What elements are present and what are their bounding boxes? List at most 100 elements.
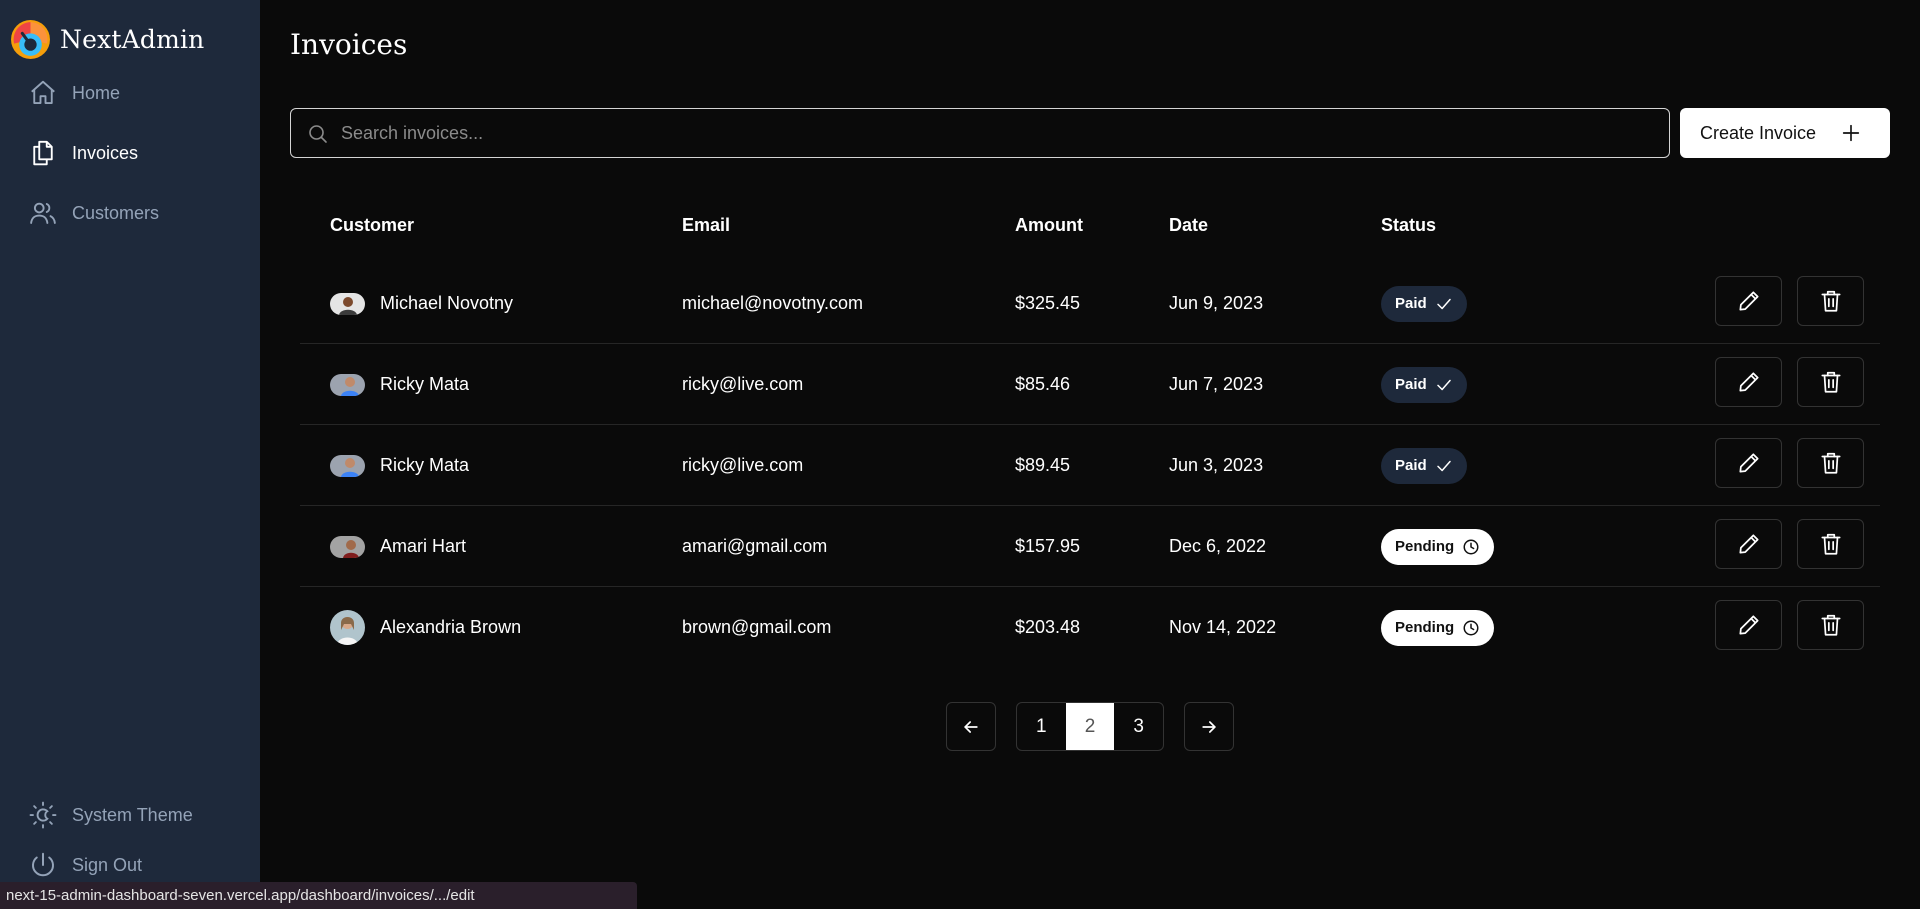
customer-name: Ricky Mata: [380, 374, 470, 394]
customer-name: Ricky Mata: [380, 455, 470, 475]
date-cell: Jun 3, 2023: [1169, 455, 1264, 475]
trash-icon: [1820, 614, 1841, 636]
brand-name: NextAdmin: [60, 24, 205, 54]
check-icon: [1436, 298, 1451, 309]
date-cell: Jun 9, 2023: [1169, 293, 1264, 313]
edit-button[interactable]: [1715, 276, 1782, 326]
search-input[interactable]: [291, 109, 1669, 157]
next-page-button[interactable]: [1184, 702, 1234, 751]
logo-icon: [11, 19, 50, 59]
avatar: [330, 454, 365, 477]
clock-icon: [1463, 620, 1479, 635]
column-header-date: Date: [1169, 215, 1209, 235]
sidebar-item-invoices[interactable]: Invoices: [28, 133, 248, 173]
pencil-icon: [1738, 534, 1759, 554]
delete-button[interactable]: [1797, 438, 1864, 488]
sun-icon: [29, 801, 57, 829]
avatar: [330, 535, 365, 558]
previous-page-button[interactable]: [946, 702, 996, 751]
status-cell: Pending: [1381, 587, 1495, 668]
pencil-icon: [1738, 291, 1759, 311]
column-header-customer: Customer: [330, 215, 415, 235]
pencil-icon: [1738, 615, 1759, 635]
search-icon: [309, 125, 327, 143]
home-icon: [31, 80, 55, 104]
table-row: Amari Hart amari@gmail.com $157.95 Dec 6…: [300, 506, 1880, 587]
power-icon: [32, 852, 54, 877]
trash-icon: [1820, 533, 1841, 555]
avatar: [330, 373, 365, 396]
customer-name: Michael Novotny: [380, 293, 514, 313]
document-duplicate-icon: [33, 140, 53, 166]
date-cell: Dec 6, 2022: [1169, 536, 1267, 556]
date-cell: Nov 14, 2022: [1169, 617, 1277, 637]
link-preview-status-bar: next-15-admin-dashboard-seven.vercel.app…: [0, 882, 637, 909]
sidebar-item-home[interactable]: Home: [28, 73, 248, 113]
amount-cell: $203.48: [1015, 617, 1081, 637]
users-icon: [30, 202, 56, 224]
trash-icon: [1820, 371, 1841, 393]
status-cell: Paid: [1381, 425, 1467, 506]
status-label: Paid: [1395, 457, 1427, 474]
edit-button[interactable]: [1715, 519, 1782, 569]
status-badge: Paid: [1381, 285, 1467, 322]
status-badge: Paid: [1381, 447, 1467, 484]
customer-cell: Amari Hart: [330, 506, 466, 587]
email-cell: amari@gmail.com: [682, 536, 828, 556]
page-title: Invoices: [290, 28, 408, 61]
page-button-3[interactable]: 3: [1114, 703, 1163, 750]
avatar: [330, 292, 365, 315]
delete-button[interactable]: [1797, 276, 1864, 326]
sidebar: NextAdmin Home Invoices Customers System…: [0, 0, 260, 909]
page-button-1[interactable]: 1: [1017, 703, 1066, 750]
sidebar-item-label: Home: [72, 82, 121, 103]
delete-button[interactable]: [1797, 600, 1864, 650]
status-label: Paid: [1395, 376, 1427, 393]
search-bar: [290, 108, 1670, 158]
sign-out-label: Sign Out: [72, 854, 143, 875]
plus-icon: [1842, 124, 1860, 142]
table-row: Alexandria Brown brown@gmail.com $203.48…: [300, 587, 1880, 668]
amount-cell: $89.45: [1015, 455, 1071, 475]
brand[interactable]: NextAdmin: [10, 18, 204, 60]
email-cell: michael@novotny.com: [682, 293, 864, 313]
delete-button[interactable]: [1797, 357, 1864, 407]
edit-button[interactable]: [1715, 438, 1782, 488]
check-icon: [1436, 460, 1451, 471]
email-cell: brown@gmail.com: [682, 617, 832, 637]
status-badge: Pending: [1381, 528, 1495, 565]
column-header-amount: Amount: [1015, 215, 1083, 235]
email-cell: ricky@live.com: [682, 374, 804, 394]
create-invoice-button[interactable]: Create Invoice: [1680, 108, 1890, 158]
table-row: Michael Novotny michael@novotny.com $325…: [300, 263, 1880, 344]
date-cell: Jun 7, 2023: [1169, 374, 1264, 394]
clock-icon: [1463, 539, 1479, 554]
pencil-icon: [1738, 453, 1759, 473]
page-button-2[interactable]: 2: [1065, 703, 1115, 750]
check-icon: [1436, 379, 1451, 390]
customer-cell: Alexandria Brown: [330, 587, 521, 668]
customer-cell: Ricky Mata: [330, 425, 469, 506]
amount-cell: $325.45: [1015, 293, 1081, 313]
customer-name: Alexandria Brown: [380, 617, 522, 637]
table-row: Ricky Mata ricky@live.com $89.45 Jun 3, …: [300, 425, 1880, 506]
delete-button[interactable]: [1797, 519, 1864, 569]
sign-out-button[interactable]: Sign Out: [28, 845, 248, 885]
edit-button[interactable]: [1715, 357, 1782, 407]
pencil-icon: [1738, 372, 1759, 392]
customer-cell: Ricky Mata: [330, 344, 469, 425]
theme-toggle[interactable]: System Theme: [28, 795, 248, 835]
customer-cell: Michael Novotny: [330, 263, 513, 344]
arrow-left-icon: [964, 720, 978, 733]
sidebar-item-label: Customers: [72, 202, 160, 223]
column-header-email: Email: [682, 215, 731, 235]
sidebar-item-customers[interactable]: Customers: [28, 193, 248, 233]
page-numbers: 1 2 3: [1016, 702, 1164, 751]
status-badge: Paid: [1381, 366, 1467, 403]
amount-cell: $85.46: [1015, 374, 1071, 394]
amount-cell: $157.95: [1015, 536, 1081, 556]
edit-button[interactable]: [1715, 600, 1782, 650]
create-invoice-label: Create Invoice: [1700, 122, 1817, 143]
status-cell: Paid: [1381, 344, 1467, 425]
status-label: Pending: [1395, 619, 1455, 636]
